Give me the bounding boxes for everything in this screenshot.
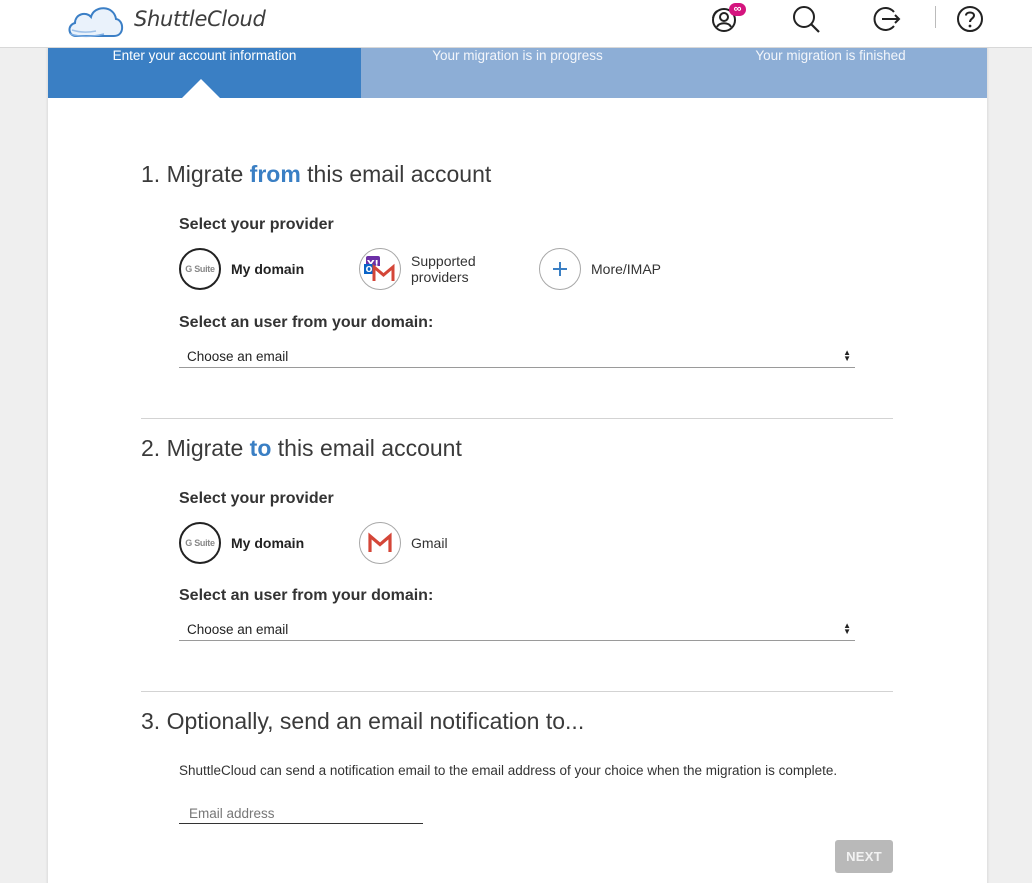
logout-icon[interactable] (872, 4, 902, 34)
search-icon[interactable] (791, 4, 821, 34)
supported-providers-icon: Y! O (359, 248, 401, 290)
gsuite-icon: G Suite (179, 248, 221, 290)
destination-provider-my-domain[interactable]: G Suite My domain (179, 522, 304, 564)
help-icon[interactable] (955, 4, 985, 34)
gmail-icon (359, 522, 401, 564)
section-2-title: 2. Migrate to this email account (141, 435, 462, 461)
section-3-title: 3. Optionally, send an email notificatio… (141, 708, 585, 734)
select-caret-icon: ▲ ▼ (843, 621, 851, 636)
source-provider-label: Select your provider (179, 216, 334, 233)
brand-name: ShuttleCloud (134, 7, 266, 31)
section-1-title: 1. Migrate from this email account (141, 161, 492, 187)
select-value: Choose an email (187, 622, 289, 637)
svg-text:O: O (366, 265, 373, 274)
section-divider (141, 691, 893, 692)
provider-label: Supported providers (411, 253, 476, 285)
destination-provider-gmail[interactable]: Gmail (359, 522, 448, 564)
migration-card: Enter your account information Your migr… (48, 30, 987, 883)
destination-user-label: Select an user from your domain: (179, 587, 434, 604)
provider-label: My domain (231, 261, 305, 277)
section-divider (141, 418, 893, 419)
destination-email-select[interactable]: Choose an email ▲ ▼ (179, 614, 855, 641)
top-header: ShuttleCloud ∞ (0, 0, 1032, 48)
gsuite-icon: G Suite (179, 522, 221, 564)
infinity-badge: ∞ (729, 3, 746, 16)
header-divider (935, 6, 936, 28)
step-label: Enter your account information (112, 48, 297, 63)
notification-note: ShuttleCloud can send a notification ema… (179, 763, 838, 778)
active-step-indicator (182, 79, 220, 98)
step-label: Your migration is finished (755, 48, 906, 63)
provider-label: More/IMAP (591, 261, 662, 277)
next-button[interactable]: NEXT (835, 840, 893, 873)
source-user-label: Select an user from your domain: (179, 314, 434, 331)
provider-label: My domain (231, 535, 305, 551)
source-provider-supported[interactable]: Y! O Supported providers (359, 248, 491, 290)
plus-icon (539, 248, 581, 290)
source-email-select[interactable]: Choose an email ▲ ▼ (179, 341, 855, 368)
brand-logo[interactable]: ShuttleCloud (66, 0, 266, 40)
cloud-logo-icon (68, 7, 124, 37)
source-provider-my-domain[interactable]: G Suite My domain (179, 248, 304, 290)
destination-provider-label: Select your provider (179, 490, 334, 507)
provider-label: Gmail (411, 535, 448, 551)
source-provider-more-imap[interactable]: More/IMAP (539, 248, 661, 290)
step-label: Your migration is in progress (432, 48, 603, 63)
notification-email-input[interactable] (179, 797, 423, 824)
select-caret-icon: ▲ ▼ (843, 348, 851, 363)
select-value: Choose an email (187, 349, 289, 364)
